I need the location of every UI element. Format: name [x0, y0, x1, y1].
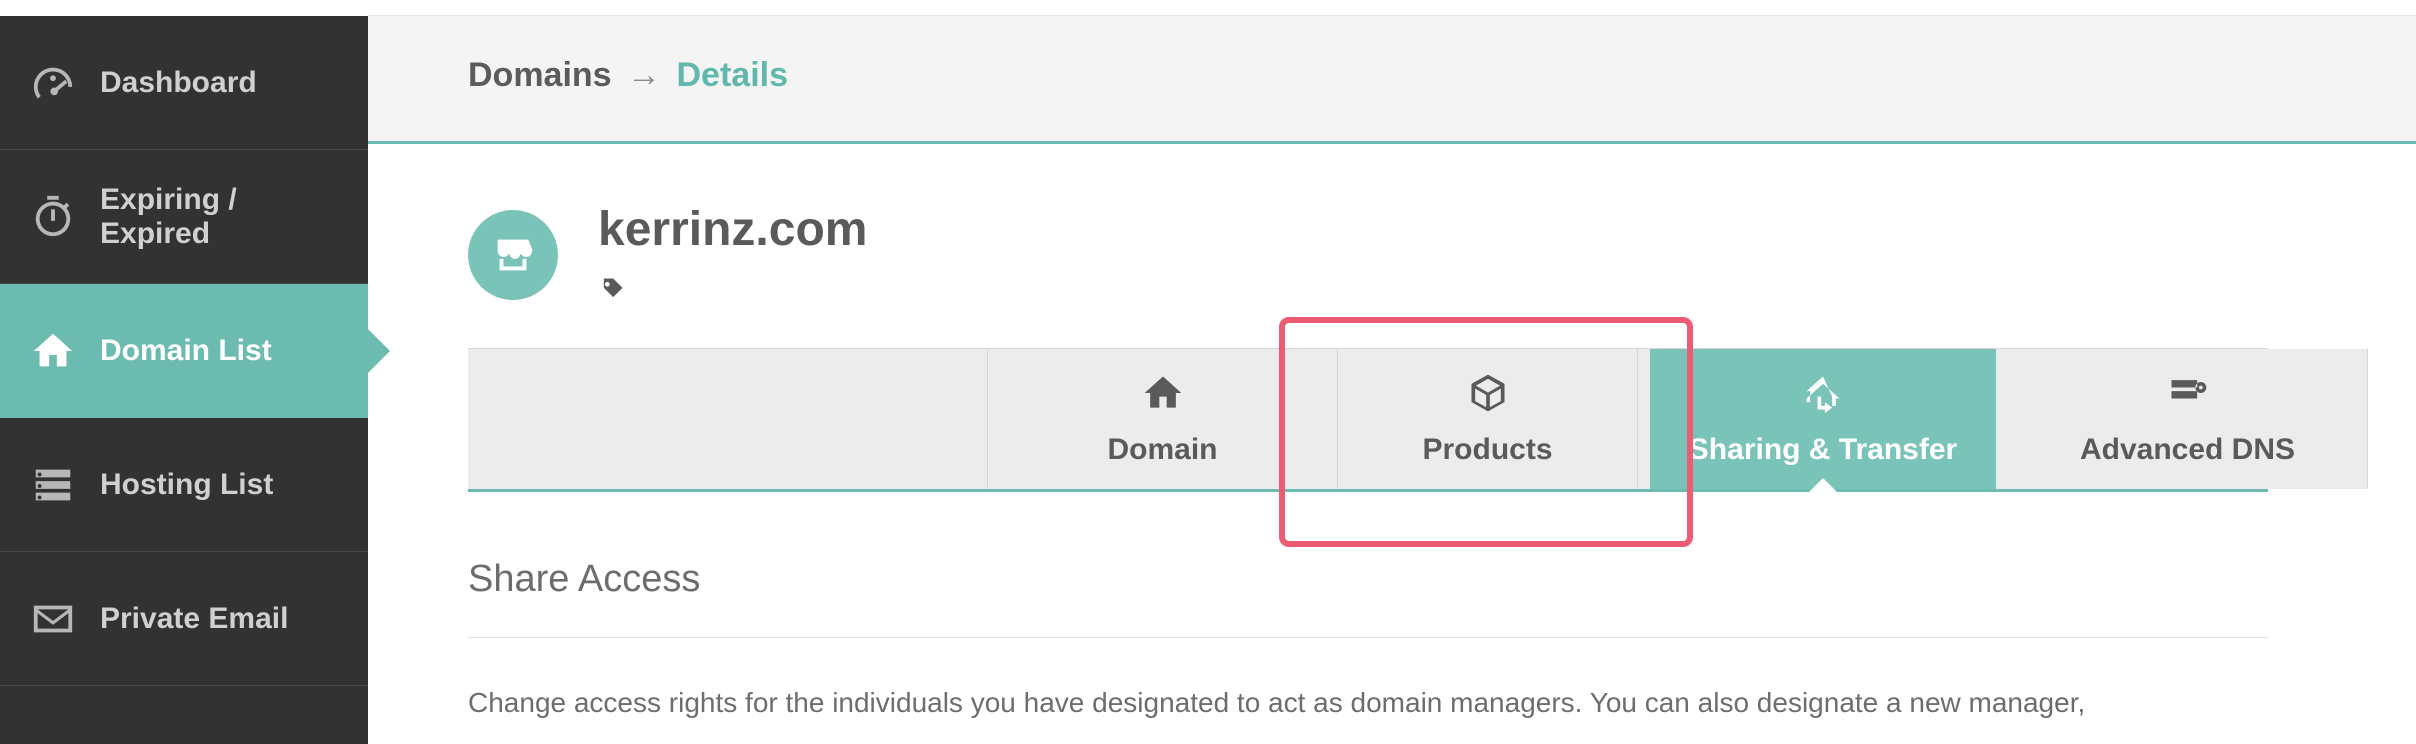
sidebar-item-label: Private Email: [100, 602, 288, 636]
home-icon: [1141, 371, 1185, 423]
domain-name: kerrinz.com: [598, 202, 867, 257]
mail-icon: [30, 596, 76, 642]
share-house-icon: [1801, 371, 1845, 423]
sidebar-item-expiring[interactable]: Expiring / Expired: [0, 150, 368, 284]
topbar-strip: [368, 0, 2416, 16]
arrow-right-icon: →: [627, 56, 661, 94]
tab-label: Sharing & Transfer: [1689, 433, 1957, 467]
sidebar-item-label: Hosting List: [100, 468, 273, 502]
tab-advanced-dns[interactable]: Advanced DNS: [2008, 349, 2368, 489]
tab-label: Products: [1422, 433, 1552, 467]
tag-icon[interactable]: [598, 275, 867, 308]
section-heading: Share Access: [468, 558, 2416, 601]
sidebar-item-hosting-list[interactable]: Hosting List: [0, 418, 368, 552]
tab-sharing-transfer[interactable]: Sharing & Transfer: [1638, 349, 2008, 489]
breadcrumb-root[interactable]: Domains: [468, 56, 612, 94]
tab-products[interactable]: Products: [1338, 349, 1638, 489]
tab-label: Domain: [1107, 433, 1217, 467]
gauge-icon: [30, 60, 76, 106]
server-gear-icon: [2166, 371, 2210, 423]
box-icon: [1466, 371, 1510, 423]
tab-domain[interactable]: Domain: [988, 349, 1338, 489]
tab-blank-lead: [468, 349, 988, 489]
sidebar-item-label: Expiring / Expired: [100, 183, 338, 251]
sidebar: Dashboard Expiring / Expired Domain List…: [0, 0, 368, 744]
breadcrumb-bar: Domains → Details: [368, 16, 2416, 144]
server-icon: [30, 462, 76, 508]
stopwatch-icon: [30, 194, 76, 240]
home-icon: [30, 328, 76, 374]
breadcrumb-current: Details: [677, 56, 789, 94]
sidebar-item-label: Domain List: [100, 334, 272, 368]
sidebar-item-private-email[interactable]: Private Email: [0, 552, 368, 686]
sidebar-item-dashboard[interactable]: Dashboard: [0, 16, 368, 150]
store-icon: [468, 210, 558, 300]
tab-label: Advanced DNS: [2080, 433, 2295, 467]
section-body: Change access rights for the individuals…: [468, 682, 2168, 724]
breadcrumb: Domains → Details: [468, 56, 2416, 95]
sidebar-top-gap: [0, 0, 368, 16]
main: Domains → Details kerrinz.com: [368, 0, 2416, 744]
tab-bar: Domain Products Sharing & Transfer: [468, 348, 2268, 492]
sidebar-item-label: Dashboard: [100, 66, 257, 100]
domain-header: kerrinz.com: [468, 202, 2416, 308]
sidebar-item-domain-list[interactable]: Domain List: [0, 284, 368, 418]
divider: [468, 637, 2268, 638]
